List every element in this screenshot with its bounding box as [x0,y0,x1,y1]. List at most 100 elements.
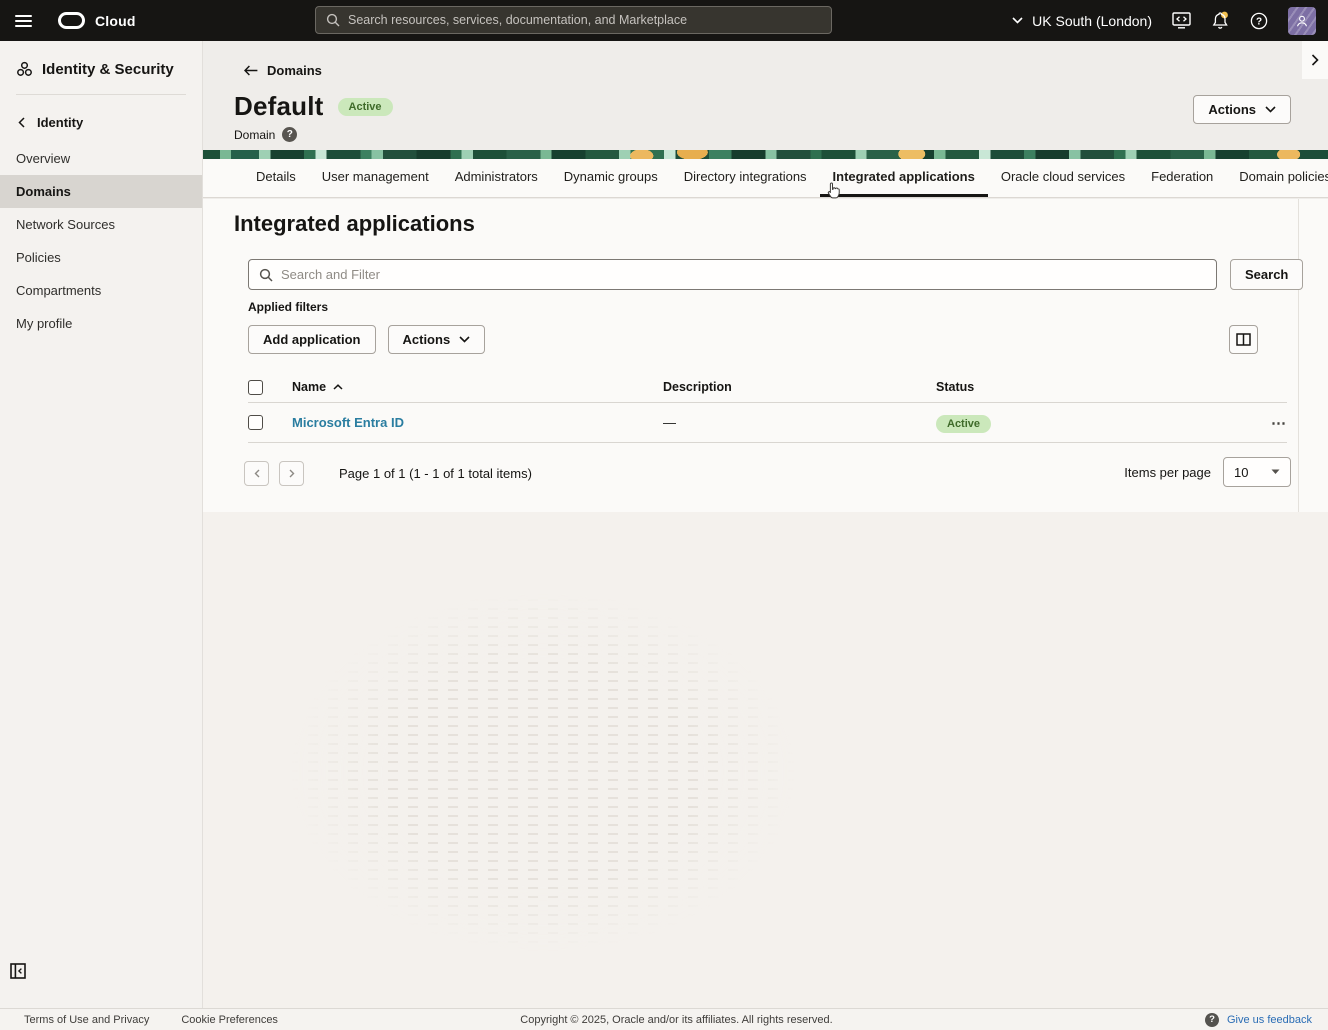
row-actions-menu-icon[interactable]: ⋯ [1271,415,1287,432]
integrated-applications-panel: Integrated applications Search Applied f… [203,199,1328,512]
chevron-down-icon [1012,17,1023,24]
person-icon [1293,12,1311,30]
table-actions-button[interactable]: Actions [388,325,486,354]
watermark-pattern [228,547,858,997]
pagination-summary: Page 1 of 1 (1 - 1 of 1 total items) [339,466,532,481]
items-per-page-label: Items per page [1124,465,1211,480]
status-badge: Active [338,98,393,116]
resource-type-label: Domain [234,128,275,142]
oracle-logo-icon [58,12,85,29]
feedback-link[interactable]: Give us feedback [1227,1014,1312,1026]
domain-help-icon[interactable]: ? [282,127,297,142]
applied-filters-label: Applied filters [248,300,328,314]
content-heading: Integrated applications [234,211,475,237]
chevron-left-icon [18,117,25,128]
filter-search-field[interactable] [248,259,1217,290]
copyright-text: Copyright © 2025, Oracle and/or its affi… [520,1014,832,1026]
sort-ascending-icon[interactable] [333,384,343,390]
global-search-input[interactable] [348,13,821,27]
chevron-left-icon [254,469,260,478]
tab-domain-policies[interactable]: Domain policies [1226,159,1328,197]
tab-dynamic-groups[interactable]: Dynamic groups [551,159,671,197]
global-search-bar[interactable] [315,6,832,34]
region-selector[interactable]: UK South (London) [1012,13,1152,29]
cloud-shell-icon[interactable] [1171,11,1191,31]
notifications-bell-icon[interactable] [1210,11,1230,31]
search-button[interactable]: Search [1230,259,1303,290]
sidebar-item-my-profile[interactable]: My profile [0,307,202,340]
column-description: Description [663,380,936,394]
table-header-row: Name Description Status [248,372,1287,403]
cookie-preferences-link[interactable]: Cookie Preferences [181,1014,278,1026]
page-actions-label: Actions [1208,102,1256,117]
applications-table: Name Description Status Microsoft Entra … [248,372,1287,443]
user-profile-avatar[interactable] [1288,7,1316,35]
filter-search-input[interactable] [281,267,1206,282]
previous-page-button[interactable] [244,461,269,486]
feedback-help-icon: ? [1205,1013,1219,1027]
breadcrumb-label: Domains [267,63,322,78]
tab-directory-integrations[interactable]: Directory integrations [671,159,820,197]
chevron-down-icon [459,336,470,343]
tab-integrated-applications[interactable]: Integrated applications [820,159,988,197]
topbar-utilities: UK South (London) ? [1012,7,1328,35]
table-row: Microsoft Entra ID — Active ⋯ [248,403,1287,443]
manage-columns-button[interactable] [1229,325,1258,354]
row-status-badge: Active [936,415,991,433]
tab-administrators[interactable]: Administrators [442,159,551,197]
next-page-button[interactable] [279,461,304,486]
hamburger-menu-icon[interactable] [0,0,46,41]
terms-link[interactable]: Terms of Use and Privacy [24,1014,149,1026]
search-icon [326,13,340,27]
add-application-button[interactable]: Add application [248,325,376,354]
panel-divider [1298,199,1299,512]
items-per-page-value: 10 [1234,465,1248,480]
sidebar-item-network-sources[interactable]: Network Sources [0,208,202,241]
footer: Terms of Use and Privacy Cookie Preferen… [0,1008,1328,1030]
sidebar-item-compartments[interactable]: Compartments [0,274,202,307]
row-checkbox[interactable] [248,415,263,430]
brand-name: Cloud [95,13,136,29]
page-actions-button[interactable]: Actions [1193,95,1291,124]
brand[interactable]: Cloud [58,12,136,29]
sidebar-back-identity[interactable]: Identity [0,95,202,142]
left-sidebar: Identity & Security Identity Overview Do… [0,41,203,1008]
tab-federation[interactable]: Federation [1138,159,1226,197]
chevron-right-icon [289,469,295,478]
sidebar-item-overview[interactable]: Overview [0,142,202,175]
domain-tabs: Details User management Administrators D… [203,159,1328,198]
tab-user-management[interactable]: User management [309,159,442,197]
region-label: UK South (London) [1032,13,1152,29]
tabs-scroll-right-icon[interactable] [1302,41,1328,79]
identity-security-icon [16,61,33,78]
back-arrow-icon [244,65,258,76]
sidebar-item-domains[interactable]: Domains [0,175,202,208]
page-title: Default [234,91,324,122]
sidebar-title-label: Identity & Security [42,61,174,78]
column-name[interactable]: Name [292,380,326,394]
table-actions-label: Actions [403,332,451,347]
help-icon[interactable]: ? [1249,11,1269,31]
main-content: Domains Default Active Domain ? Actions … [203,41,1328,1008]
oci-console: Cloud UK South (London) ? [0,0,1328,1030]
collapse-sidebar-icon[interactable] [10,963,26,984]
svg-text:?: ? [1256,16,1262,27]
top-navigation-bar: Cloud UK South (London) ? [0,0,1328,41]
sidebar-item-policies[interactable]: Policies [0,241,202,274]
breadcrumb[interactable]: Domains [244,63,322,78]
search-icon [259,268,273,282]
sidebar-title: Identity & Security [0,41,202,94]
decorative-banner [203,150,1328,159]
tab-oracle-cloud-services[interactable]: Oracle cloud services [988,159,1138,197]
row-description: — [663,415,936,430]
columns-icon [1236,333,1251,346]
content-background [203,512,1328,1008]
tab-details[interactable]: Details [243,159,309,197]
select-all-checkbox[interactable] [248,380,263,395]
items-per-page-select[interactable]: 10 [1223,457,1291,487]
application-link[interactable]: Microsoft Entra ID [292,415,404,430]
column-status: Status [936,380,1247,394]
dropdown-arrow-icon [1271,469,1280,475]
chevron-down-icon [1265,106,1276,113]
sidebar-back-label: Identity [37,115,83,130]
